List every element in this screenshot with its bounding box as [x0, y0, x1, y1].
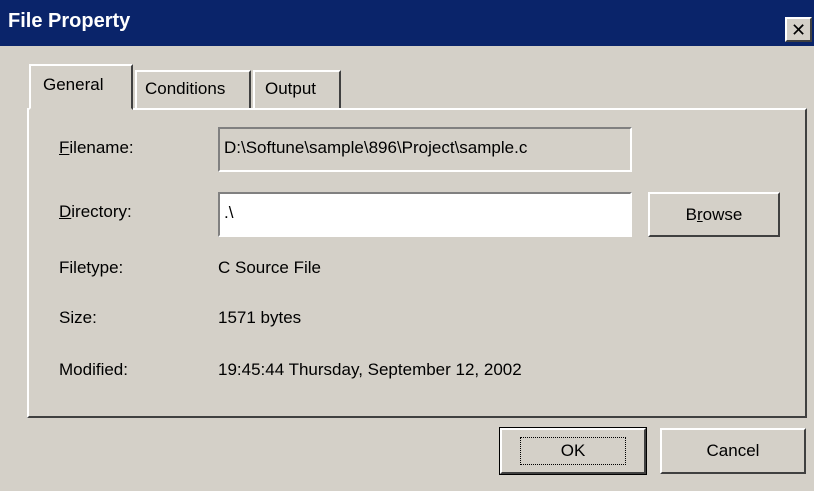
ok-button[interactable]: OK: [499, 427, 647, 475]
directory-label: Directory:: [59, 202, 132, 221]
directory-value: .\: [224, 203, 234, 222]
tab-conditions[interactable]: Conditions: [135, 70, 251, 108]
filetype-label: Filetype:: [59, 258, 124, 277]
browse-button-label: Browse: [685, 204, 743, 224]
modified-label: Modified:: [59, 360, 128, 379]
cancel-button-label: Cancel: [706, 441, 760, 460]
size-label: Size:: [59, 308, 97, 327]
size-value: 1571 bytes: [218, 308, 302, 327]
tab-output-label: Output: [265, 79, 317, 98]
filetype-value: C Source File: [218, 258, 321, 277]
directory-input[interactable]: .\: [218, 192, 632, 237]
filename-label: Filename:: [59, 138, 134, 157]
window-title: File Property: [8, 10, 131, 32]
tab-general[interactable]: General: [29, 64, 133, 110]
modified-value: 19:45:44 Thursday, September 12, 2002: [218, 360, 522, 379]
browse-button[interactable]: Browse: [648, 192, 780, 237]
tab-general-label: General: [43, 75, 104, 94]
close-icon: ✕: [790, 19, 807, 40]
title-bar: File Property: [0, 0, 814, 46]
filename-value: D:\Softune\sample\896\Project\sample.c: [224, 138, 528, 157]
filename-field: D:\Softune\sample\896\Project\sample.c: [218, 127, 632, 172]
tab-output[interactable]: Output: [253, 70, 341, 108]
tab-conditions-label: Conditions: [145, 79, 226, 98]
ok-button-label: OK: [519, 437, 627, 465]
cancel-button[interactable]: Cancel: [660, 428, 806, 474]
close-button[interactable]: ✕: [785, 17, 812, 42]
